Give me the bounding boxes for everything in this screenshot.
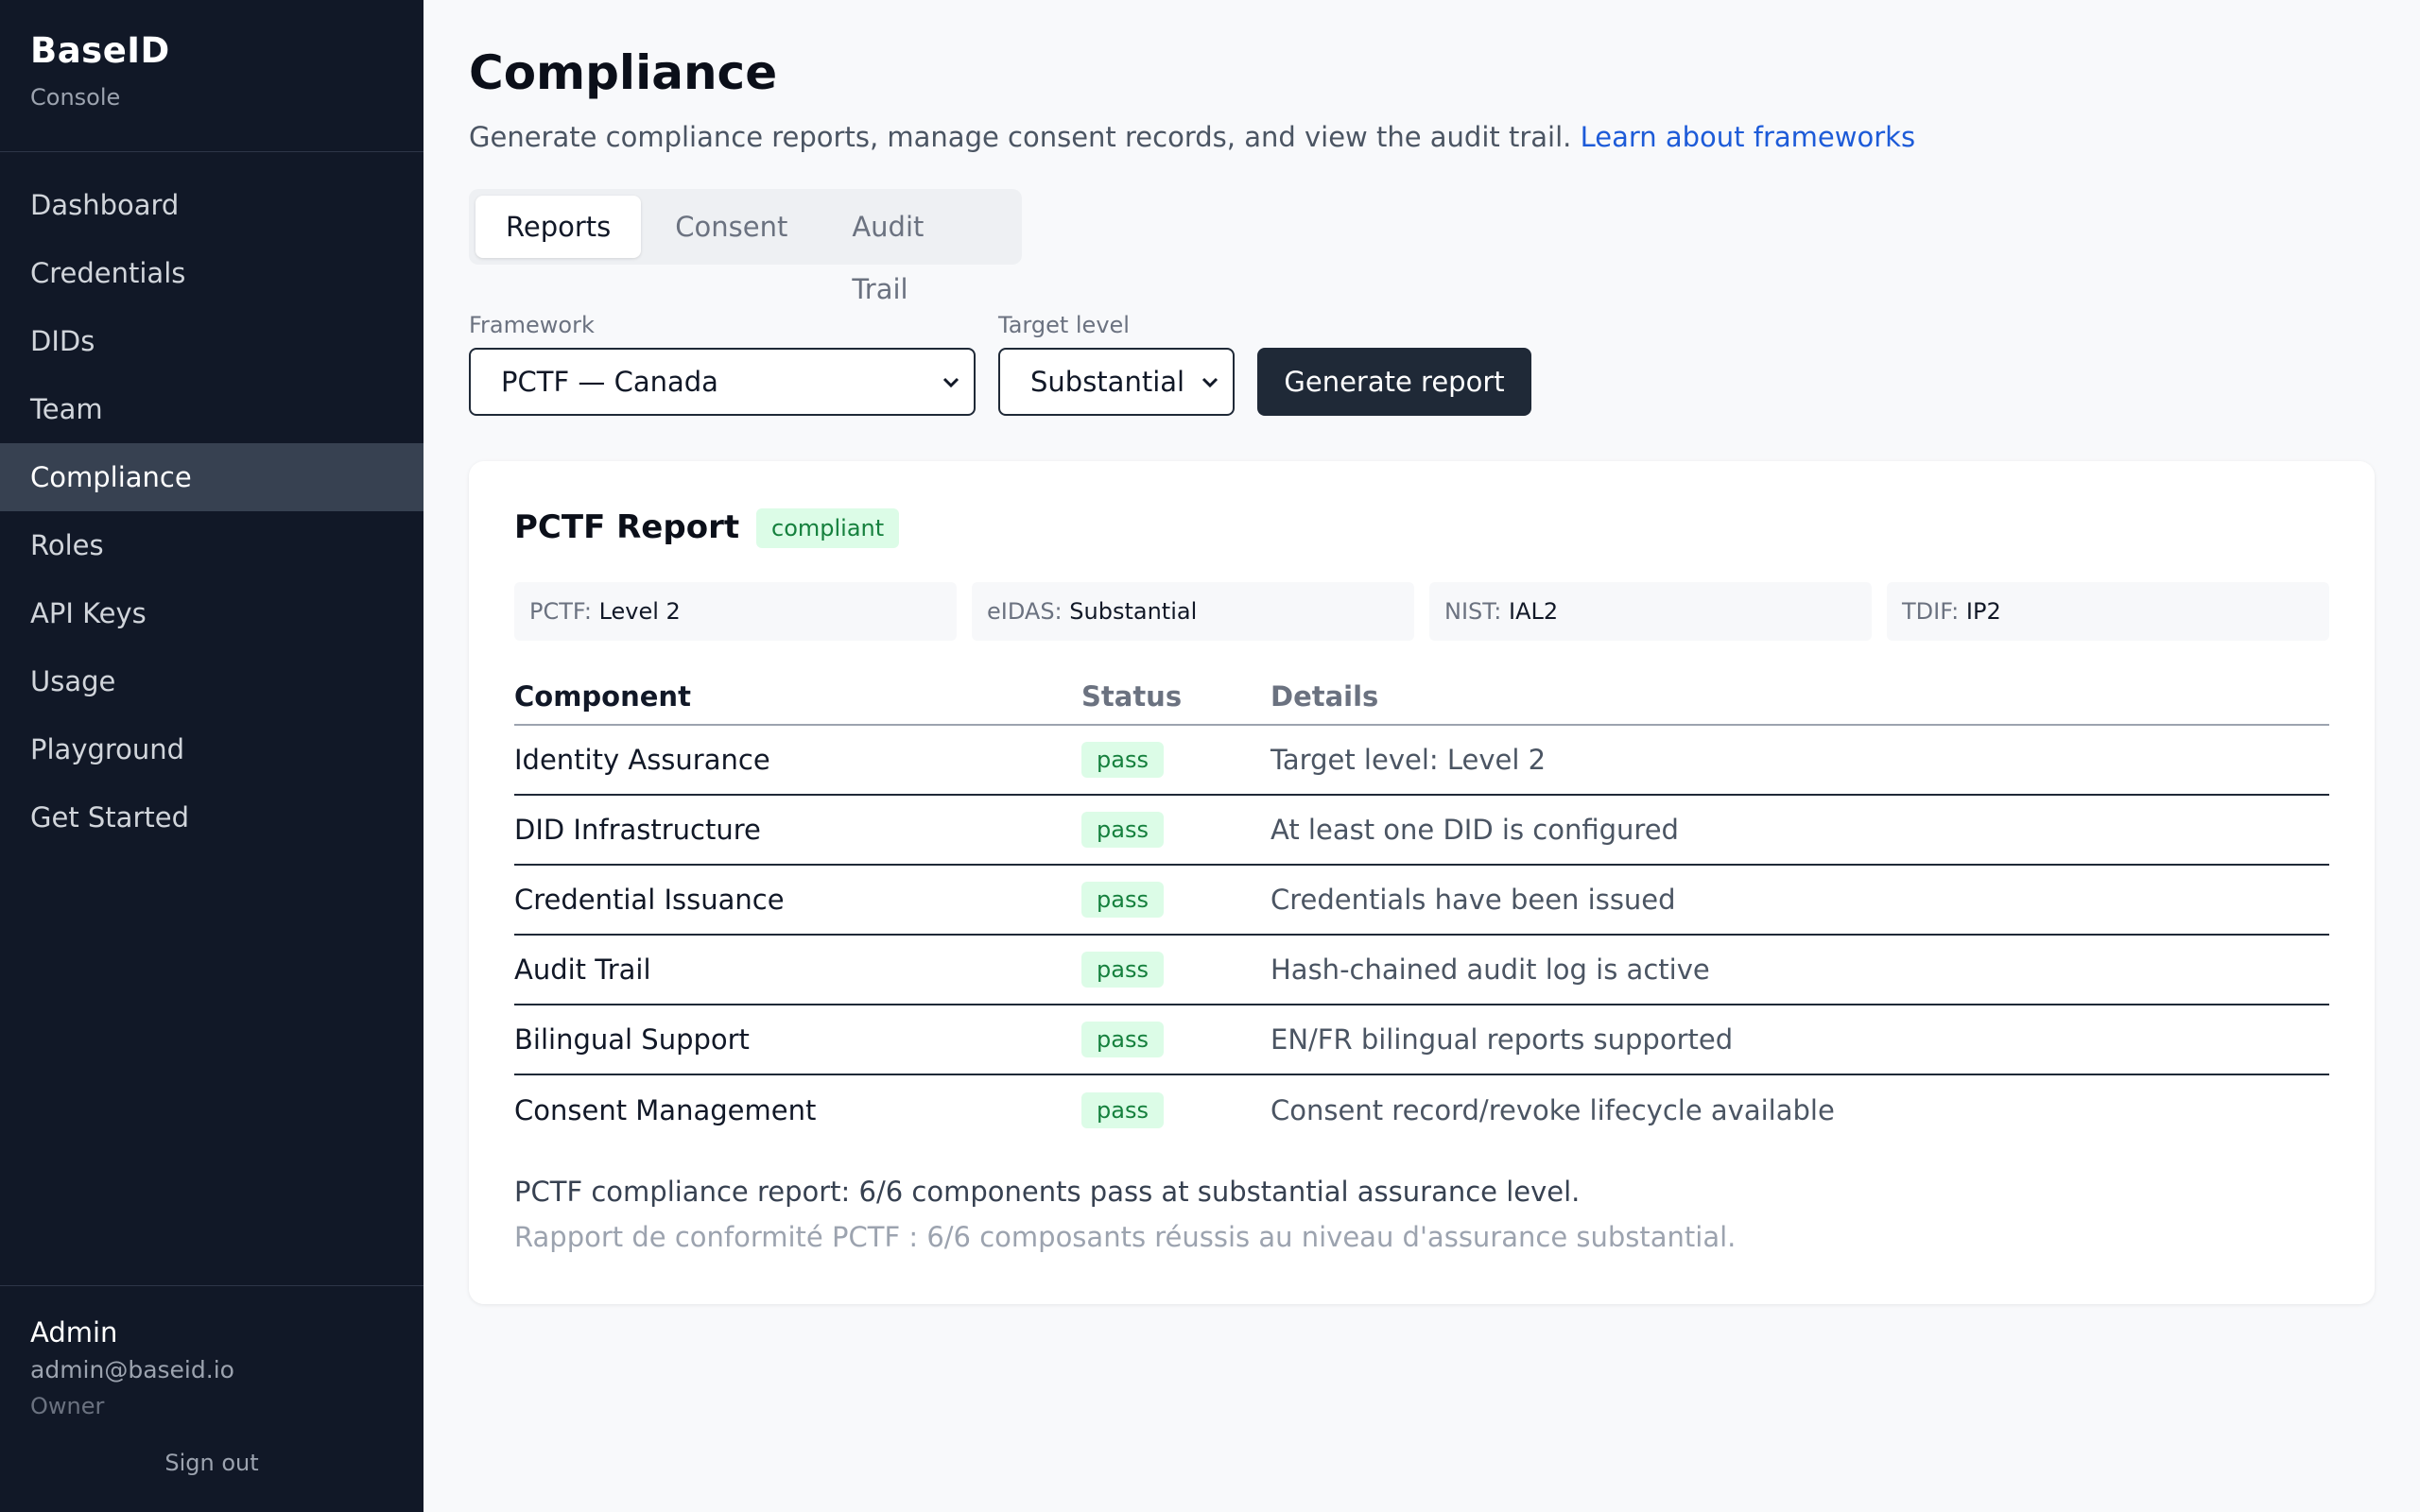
brand-name: BaseID xyxy=(30,30,170,71)
status-pill: pass xyxy=(1081,952,1164,988)
table-row: Audit Trail pass Hash-chained audit log … xyxy=(514,936,2329,1005)
sidebar-item-usage[interactable]: Usage xyxy=(0,647,424,715)
level-value: IAL2 xyxy=(1509,598,1559,625)
level-key: eIDAS: xyxy=(987,598,1063,625)
row-component: Identity Assurance xyxy=(514,744,770,776)
learn-frameworks-link[interactable]: Learn about frameworks xyxy=(1581,121,1915,153)
row-component: Credential Issuance xyxy=(514,884,785,916)
sidebar-item-playground[interactable]: Playground xyxy=(0,715,424,783)
sidebar-item-credentials[interactable]: Credentials xyxy=(0,239,424,307)
table-row: DID Infrastructure pass At least one DID… xyxy=(514,796,2329,866)
level-key: PCTF: xyxy=(529,598,592,625)
main-content: Compliance Generate compliance reports, … xyxy=(424,0,2420,1512)
sidebar-item-api-keys[interactable]: API Keys xyxy=(0,579,424,647)
tab-reports[interactable]: Reports xyxy=(475,196,642,258)
sidebar-item-compliance[interactable]: Compliance xyxy=(0,443,424,511)
framework-select-value: PCTF — Canada xyxy=(501,366,718,398)
sign-out-button[interactable]: Sign out xyxy=(0,1450,424,1476)
brand-subtitle: Console xyxy=(30,84,121,111)
level-value: Substantial xyxy=(1069,598,1198,625)
table-row: Bilingual Support pass EN/FR bilingual r… xyxy=(514,1005,2329,1075)
row-details: At least one DID is configured xyxy=(1270,814,1679,846)
status-pill: pass xyxy=(1081,742,1164,778)
column-header-status: Status xyxy=(1081,680,1183,713)
sidebar-item-roles[interactable]: Roles xyxy=(0,511,424,579)
report-title: PCTF Report xyxy=(514,508,740,546)
row-details: Credentials have been issued xyxy=(1270,884,1676,916)
summary-french: Rapport de conformité PCTF : 6/6 composa… xyxy=(514,1221,1737,1253)
page-description-text: Generate compliance reports, manage cons… xyxy=(469,121,1572,153)
chevron-down-icon xyxy=(942,377,959,388)
level-pctf: PCTF: Level 2 xyxy=(514,582,957,641)
target-level-select[interactable]: Substantial xyxy=(998,348,1235,416)
target-level-select-value: Substantial xyxy=(1030,366,1185,398)
row-details: EN/FR bilingual reports supported xyxy=(1270,1023,1734,1056)
tab-bar: Reports Consent Audit Trail xyxy=(469,189,1022,305)
status-badge: compliant xyxy=(756,508,900,548)
user-email: admin@baseid.io xyxy=(30,1356,234,1383)
sidebar-item-team[interactable]: Team xyxy=(0,375,424,443)
assurance-levels: PCTF: Level 2 eIDAS: Substantial NIST: I… xyxy=(514,582,2329,641)
level-key: TDIF: xyxy=(1902,598,1960,625)
status-pill: pass xyxy=(1081,812,1164,848)
table-row: Identity Assurance pass Target level: Le… xyxy=(514,726,2329,796)
status-pill: pass xyxy=(1081,882,1164,918)
level-key: NIST: xyxy=(1444,598,1502,625)
row-component: DID Infrastructure xyxy=(514,814,761,846)
brand: BaseID Console xyxy=(0,0,424,152)
table-row: Consent Management pass Consent record/r… xyxy=(514,1075,2329,1145)
row-details: Hash-chained audit log is active xyxy=(1270,954,1710,986)
row-component: Bilingual Support xyxy=(514,1023,750,1056)
user-role: Owner xyxy=(30,1393,105,1419)
page-description: Generate compliance reports, manage cons… xyxy=(469,121,1915,153)
sidebar-item-get-started[interactable]: Get Started xyxy=(0,783,424,851)
row-component: Consent Management xyxy=(514,1094,817,1126)
level-nist: NIST: IAL2 xyxy=(1429,582,1872,641)
summary-english: PCTF compliance report: 6/6 components p… xyxy=(514,1176,1581,1208)
report-card: PCTF Report compliant PCTF: Level 2 eIDA… xyxy=(469,461,2375,1304)
level-tdif: TDIF: IP2 xyxy=(1887,582,2329,641)
sidebar-item-dids[interactable]: DIDs xyxy=(0,307,424,375)
column-header-details: Details xyxy=(1270,680,1379,713)
target-level-label: Target level xyxy=(998,312,1130,338)
row-details: Consent record/revoke lifecycle availabl… xyxy=(1270,1094,1835,1126)
level-value: IP2 xyxy=(1965,598,2001,625)
tab-audit-trail[interactable]: Audit Trail xyxy=(821,196,1015,305)
sidebar: BaseID Console Dashboard Credentials DID… xyxy=(0,0,424,1512)
table-row: Credential Issuance pass Credentials hav… xyxy=(514,866,2329,936)
framework-select[interactable]: PCTF — Canada xyxy=(469,348,976,416)
sidebar-nav: Dashboard Credentials DIDs Team Complian… xyxy=(0,152,424,851)
level-eidas: eIDAS: Substantial xyxy=(972,582,1414,641)
page-title: Compliance xyxy=(469,45,778,100)
level-value: Level 2 xyxy=(598,598,681,625)
user-name: Admin xyxy=(30,1316,118,1349)
user-block: Admin admin@baseid.io Owner xyxy=(0,1285,424,1512)
row-details: Target level: Level 2 xyxy=(1270,744,1547,776)
sidebar-item-dashboard[interactable]: Dashboard xyxy=(0,171,424,239)
column-header-component: Component xyxy=(514,680,691,713)
generate-report-button[interactable]: Generate report xyxy=(1257,348,1531,416)
table-header: Component Status Details xyxy=(514,667,2329,726)
framework-label: Framework xyxy=(469,312,595,338)
status-pill: pass xyxy=(1081,1022,1164,1057)
status-pill: pass xyxy=(1081,1092,1164,1128)
tab-consent[interactable]: Consent xyxy=(645,196,818,258)
components-table: Component Status Details Identity Assura… xyxy=(514,667,2329,1145)
row-component: Audit Trail xyxy=(514,954,651,986)
chevron-down-icon xyxy=(1201,377,1219,388)
